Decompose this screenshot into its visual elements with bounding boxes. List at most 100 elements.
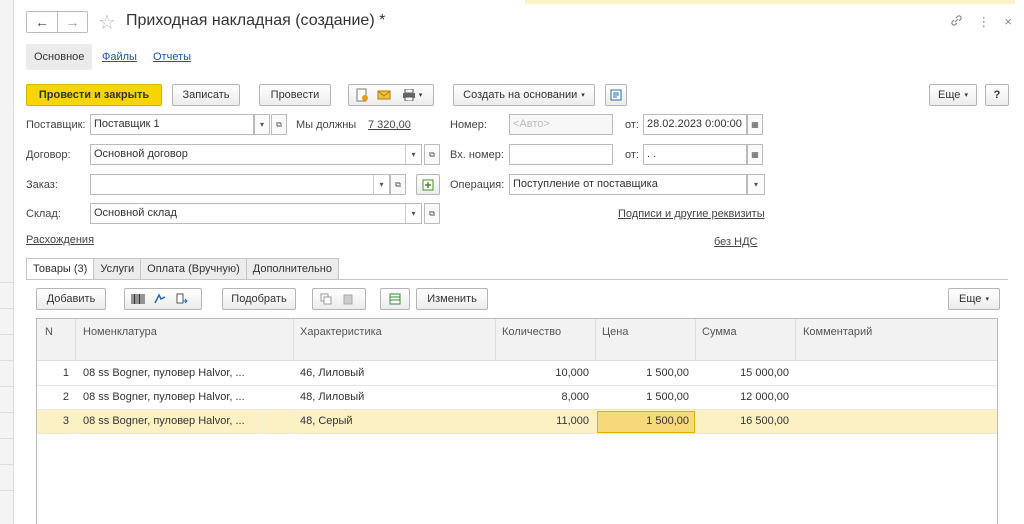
row-quantity: 10,000 [555,367,589,379]
nav-buttons: ← → [26,11,88,33]
warehouse-field[interactable]: Основной склад ▾ [90,203,422,224]
row-quantity: 8,000 [561,391,589,403]
create-based-on-button[interactable]: Создать на основании ▾ [453,84,595,106]
top-highlight-stripe [525,0,1015,4]
col-price[interactable]: Цена [602,326,628,338]
discrepancies-link[interactable]: Расхождения [26,234,94,246]
more-vertical-icon[interactable]: ⋮ [977,14,990,30]
tab-services[interactable]: Услуги [94,258,142,280]
order-label: Заказ: [26,179,58,191]
table-row-selected[interactable]: 3 08 ss Bogner, пуловер Halvor, ... 48, … [37,410,997,434]
goods-table: N Номенклатура Характеристика Количество… [36,318,998,524]
scan-icon[interactable] [149,289,171,309]
table-row[interactable]: 2 08 ss Bogner, пуловер Halvor, ... 48, … [37,386,997,410]
we-owe-label: Мы должны [296,119,357,131]
left-panel-strip [0,0,14,524]
we-owe-amount-link[interactable]: 7 320,00 [368,119,411,131]
supplier-open-icon[interactable]: ⧉ [271,114,287,135]
contract-open-icon[interactable]: ⧉ [424,144,440,165]
in-date-from-label: от: [625,149,639,161]
in-date-field[interactable]: . . [643,144,747,165]
load-data-icon[interactable] [171,289,193,309]
tab-files[interactable]: Файлы [94,44,145,70]
fill-from-order-icon[interactable] [416,174,440,195]
tab-payment[interactable]: Оплата (Вручную) [141,258,247,280]
paste-icon[interactable] [337,289,359,309]
supplier-dropdown-icon[interactable]: ▾ [254,114,270,135]
row-quantity: 11,000 [556,415,589,427]
operation-dropdown-icon[interactable]: ▾ [747,174,765,195]
supplier-label: Поставщик: [26,119,86,131]
create-based-on-label: Создать на основании [463,89,578,101]
row-item: 08 ss Bogner, пуловер Halvor, ... [83,415,245,427]
operation-field[interactable]: Поступление от поставщика [509,174,747,195]
contract-value: Основной договор [94,148,188,160]
favorite-star-icon[interactable]: ☆ [98,10,116,35]
row-sum: 16 500,00 [740,415,789,427]
contract-field[interactable]: Основной договор ▾ [90,144,422,165]
signatures-link[interactable]: Подписи и другие реквизиты [618,208,765,220]
print-icon[interactable]: ▾ [395,85,429,105]
calendar-icon[interactable]: ▦ [747,144,763,165]
warehouse-open-icon[interactable]: ⧉ [424,203,440,224]
window-controls: ⋮ × [950,14,1012,30]
tab-divider [26,279,1008,280]
calendar-icon[interactable]: ▦ [747,114,763,135]
add-button[interactable]: Добавить [36,288,106,310]
chevron-down-icon[interactable]: ▾ [373,175,389,194]
row-sum: 12 000,00 [740,391,789,403]
order-open-icon[interactable]: ⧉ [390,174,406,195]
more-label: Еще [938,89,961,101]
operation-label: Операция: [450,179,505,191]
col-n[interactable]: N [45,326,53,338]
row-item: 08 ss Bogner, пуловер Halvor, ... [83,367,245,379]
row-item: 08 ss Bogner, пуловер Halvor, ... [83,391,245,403]
structure-icon[interactable] [605,84,627,106]
document-icon[interactable] [351,85,373,105]
more-button[interactable]: Еще ▾ [929,84,977,106]
in-number-field[interactable] [509,144,613,165]
table-settings-icon[interactable] [380,288,410,310]
help-button[interactable]: ? [985,84,1009,106]
chevron-down-icon[interactable]: ▾ [405,204,421,223]
order-field[interactable]: ▾ [90,174,390,195]
number-field[interactable]: <Авто> [509,114,613,135]
post-button[interactable]: Провести [259,84,331,106]
col-comment[interactable]: Комментарий [803,326,872,338]
tab-reports[interactable]: Отчеты [145,44,199,70]
post-and-close-button[interactable]: Провести и закрыть [26,84,162,106]
toolbar-icon-group: ▾ [348,84,434,106]
barcode-tools-group [124,288,202,310]
back-arrow-icon[interactable]: ← [27,12,57,32]
tab-additional[interactable]: Дополнительно [246,258,339,280]
table-more-label: Еще [959,293,982,305]
table-more-button[interactable]: Еще ▾ [948,288,1000,310]
date-field[interactable]: 28.02.2023 0:00:00 [643,114,747,135]
vat-link[interactable]: без НДС [714,236,758,248]
link-icon[interactable] [950,14,963,30]
row-sum: 15 000,00 [740,367,789,379]
tab-goods[interactable]: Товары (3) [26,258,95,280]
barcode-icon[interactable] [127,289,149,309]
chevron-down-icon[interactable]: ▾ [405,145,421,164]
forward-arrow-icon[interactable]: → [57,12,87,32]
table-row[interactable]: 1 08 ss Bogner, пуловер Halvor, ... 46, … [37,362,997,386]
mail-icon[interactable] [373,85,395,105]
date-from-label: от: [625,119,639,131]
col-quantity[interactable]: Количество [502,326,561,338]
in-number-label: Вх. номер: [450,149,504,161]
tab-main[interactable]: Основное [26,44,93,70]
chevron-down-icon: ▾ [985,296,989,303]
col-item[interactable]: Номенклатура [83,326,157,338]
col-characteristic[interactable]: Характеристика [300,326,382,338]
supplier-field[interactable]: Поставщик 1 [90,114,254,135]
pick-button[interactable]: Подобрать [222,288,296,310]
close-icon[interactable]: × [1004,14,1012,30]
row-price: 1 500,00 [646,391,689,403]
col-sum[interactable]: Сумма [702,326,737,338]
row-number: 2 [62,391,69,403]
copy-icon[interactable] [315,289,337,309]
warehouse-value: Основной склад [94,207,177,219]
change-button[interactable]: Изменить [416,288,488,310]
write-button[interactable]: Записать [172,84,240,106]
